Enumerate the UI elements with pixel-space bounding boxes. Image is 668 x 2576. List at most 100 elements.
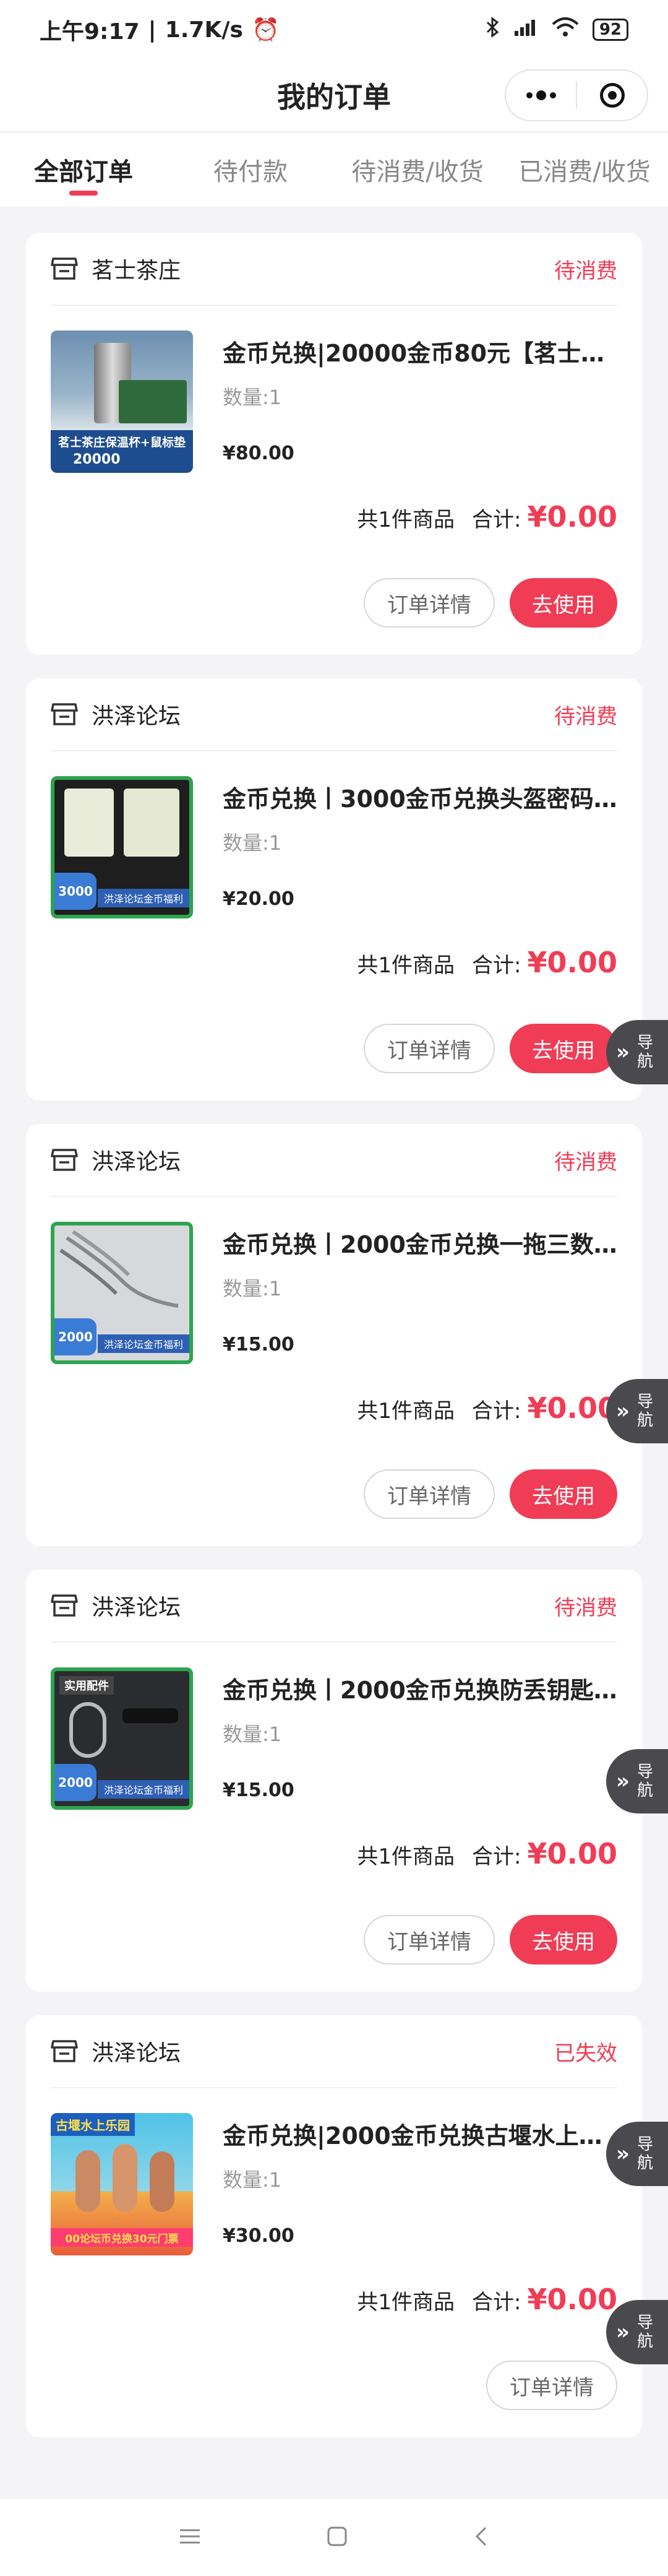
total-value: ¥0.00 — [527, 1391, 617, 1425]
float-nav-button[interactable]: » 导航 — [606, 2300, 668, 2364]
product-price: ¥30.00 — [223, 2225, 294, 2247]
product-price: ¥15.00 — [223, 1334, 294, 1355]
double-chevron-icon: » — [616, 1040, 630, 1065]
shop-icon — [51, 2040, 78, 2062]
product-thumbnail: 实用配件 2000 洪泽论坛金币福利 — [51, 1667, 193, 1810]
product-row[interactable]: 3000 洪泽论坛金币福利 金币兑换丨3000金币兑换头盔密码锁一个 数量:1 … — [51, 776, 617, 918]
order-card: 洪泽论坛 待消费 2000 洪泽论坛金币福利 金币兑换丨2000金币兑换一拖三数… — [26, 1124, 642, 1546]
product-row[interactable]: 实用配件 2000 洪泽论坛金币福利 金币兑换丨2000金币兑换防丢钥匙扣一个 … — [51, 1667, 617, 1810]
tab-pending-use[interactable]: 待消费/收货 — [334, 132, 501, 207]
order-detail-button[interactable]: 订单详情 — [364, 1024, 495, 1073]
float-nav-button[interactable]: » 导航 — [606, 1020, 668, 1084]
use-button[interactable]: 去使用 — [510, 1469, 617, 1519]
order-detail-button[interactable]: 订单详情 — [364, 1915, 495, 1964]
order-total-row: 共1件商品 合计: ¥0.00 — [51, 2283, 617, 2316]
shop-icon — [51, 703, 78, 725]
product-quantity: 数量:1 — [223, 2168, 282, 2192]
order-status: 待消费 — [554, 1149, 617, 1175]
float-nav-label: 导航 — [636, 2135, 653, 2172]
shop-name-row[interactable]: 茗士茶庄 — [51, 253, 181, 285]
order-status: 待消费 — [554, 704, 617, 729]
order-detail-button[interactable]: 订单详情 — [364, 578, 495, 628]
float-nav-button[interactable]: » 导航 — [606, 1749, 668, 1813]
thumb-tag: 实用配件 — [59, 1676, 114, 1695]
double-chevron-icon: » — [616, 2320, 630, 2345]
float-nav-button[interactable]: » 导航 — [606, 2122, 668, 2186]
use-button[interactable]: 去使用 — [510, 1024, 617, 1073]
order-card: 茗士茶庄 待消费 茗士茶庄保温杯+鼠标垫 20000 金币兑换|20000金币8… — [26, 233, 642, 655]
order-status: 待消费 — [554, 1595, 617, 1620]
more-button[interactable] — [506, 71, 576, 120]
use-button[interactable]: 去使用 — [510, 578, 617, 628]
order-detail-button[interactable]: 订单详情 — [486, 2361, 617, 2410]
tab-used[interactable]: 已消费/收货 — [501, 132, 668, 207]
product-row[interactable]: 2000 洪泽论坛金币福利 金币兑换丨2000金币兑换一拖三数据线一根 数量:1… — [51, 1222, 617, 1364]
float-nav-label: 导航 — [636, 1393, 653, 1430]
product-thumbnail: 2000 洪泽论坛金币福利 — [51, 1222, 193, 1364]
thumb-badge: 2000 — [54, 1318, 96, 1355]
page-title: 我的订单 — [277, 80, 391, 114]
order-total-row: 共1件商品 合计: ¥0.00 — [51, 500, 617, 534]
back-icon[interactable] — [472, 2525, 490, 2550]
thumb-caption: 00论坛币兑换30元门票 — [51, 2228, 193, 2247]
thumb-badge: 3000 — [54, 873, 96, 910]
product-name: 金币兑换丨2000金币兑换防丢钥匙扣一个 — [223, 1677, 617, 1704]
bluetooth-icon — [485, 16, 500, 44]
shop-name: 洪泽论坛 — [92, 1595, 181, 1620]
product-quantity: 数量:1 — [223, 1277, 282, 1300]
order-status: 待消费 — [554, 258, 617, 283]
order-list: 茗士茶庄 待消费 茗士茶庄保温杯+鼠标垫 20000 金币兑换|20000金币8… — [26, 233, 642, 2461]
product-name: 金币兑换丨2000金币兑换一拖三数据线一根 — [223, 1231, 617, 1258]
thumb-badge: 2000 — [54, 1764, 96, 1801]
item-count: 共1件商品 — [357, 953, 455, 978]
thumb-caption: 洪泽论坛金币福利 — [98, 1780, 189, 1799]
nav-bar: 我的订单 — [0, 59, 668, 131]
float-nav-label: 导航 — [636, 2314, 653, 2351]
product-quantity: 数量:1 — [223, 386, 282, 409]
product-name: 金币兑换|20000金币80元【茗士茶庄】 — [223, 340, 617, 367]
total-label: 合计: — [472, 1844, 521, 1869]
product-quantity: 数量:1 — [223, 1722, 282, 1746]
order-total-row: 共1件商品 合计: ¥0.00 — [51, 1391, 617, 1425]
tab-pending-payment[interactable]: 待付款 — [167, 132, 334, 207]
double-chevron-icon: » — [616, 1399, 630, 1424]
total-value: ¥0.00 — [527, 2283, 617, 2316]
shop-name-row[interactable]: 洪泽论坛 — [51, 698, 181, 730]
close-button[interactable] — [577, 71, 647, 120]
order-card: 洪泽论坛 已失效 古堰水上乐园 00论坛币兑换30元门票 金币兑换|2000金币… — [26, 2015, 642, 2437]
thumb-caption: 茗士茶庄保温杯+鼠标垫 — [58, 436, 186, 449]
use-button[interactable]: 去使用 — [510, 1915, 617, 1964]
item-count: 共1件商品 — [357, 1844, 455, 1869]
wifi-icon — [552, 17, 579, 43]
product-row[interactable]: 茗士茶庄保温杯+鼠标垫 20000 金币兑换|20000金币80元【茗士茶庄】 … — [51, 331, 617, 473]
shop-name-row[interactable]: 洪泽论坛 — [51, 1589, 181, 1622]
order-detail-button[interactable]: 订单详情 — [364, 1469, 495, 1519]
system-nav-bar — [0, 2499, 668, 2576]
product-price: ¥80.00 — [223, 443, 294, 464]
menu-icon[interactable] — [178, 2526, 202, 2549]
total-label: 合计: — [472, 2290, 521, 2315]
status-bar: 上午9:17 | 1.7K/s ⏰ 92 — [0, 0, 668, 59]
order-total-row: 共1件商品 合计: ¥0.00 — [51, 1837, 617, 1870]
item-count: 共1件商品 — [357, 2290, 455, 2315]
home-square-icon[interactable] — [326, 2525, 348, 2550]
product-name: 金币兑换|2000金币兑换古堰水上乐园门票 — [223, 2122, 617, 2150]
double-chevron-icon: » — [616, 2142, 630, 2166]
product-row[interactable]: 古堰水上乐园 00论坛币兑换30元门票 金币兑换|2000金币兑换古堰水上乐园门… — [51, 2113, 617, 2255]
thumb-number: 20000 — [73, 452, 121, 467]
shop-icon — [51, 1149, 78, 1171]
order-status: 已失效 — [554, 2041, 617, 2066]
product-thumbnail: 3000 洪泽论坛金币福利 — [51, 776, 193, 918]
shop-name-row[interactable]: 洪泽论坛 — [51, 2035, 181, 2067]
float-nav-button[interactable]: » 导航 — [606, 1379, 668, 1443]
tab-all-orders[interactable]: 全部订单 — [0, 132, 167, 207]
double-chevron-icon: » — [616, 1769, 630, 1794]
product-thumbnail: 古堰水上乐园 00论坛币兑换30元门票 — [51, 2113, 193, 2255]
product-quantity: 数量:1 — [223, 831, 282, 855]
shop-name-row[interactable]: 洪泽论坛 — [51, 1144, 181, 1176]
total-value: ¥0.00 — [527, 500, 617, 534]
battery-indicator: 92 — [592, 19, 628, 41]
thumb-caption: 洪泽论坛金币福利 — [98, 1334, 189, 1353]
float-nav-label: 导航 — [636, 1763, 653, 1800]
shop-name: 茗士茶庄 — [92, 258, 181, 283]
